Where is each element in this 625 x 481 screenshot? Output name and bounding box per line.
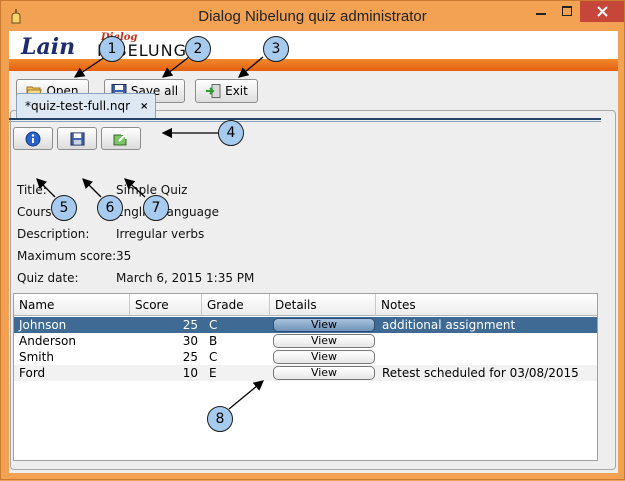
callout-badge: 7 (143, 195, 169, 221)
callout-badge: 3 (263, 36, 289, 62)
callout-badge: 4 (218, 120, 244, 146)
callout-arrow-1 (73, 56, 106, 78)
callout-badge: 5 (51, 195, 77, 221)
callout-arrow-5 (36, 178, 56, 198)
callout-arrow-3 (238, 56, 264, 78)
callout-arrow-7 (124, 178, 146, 198)
callout-badge: 1 (99, 36, 125, 62)
callout-badge: 8 (207, 406, 233, 432)
callout-arrow-2 (161, 56, 190, 78)
callout-arrow-6 (82, 178, 102, 198)
app-window: Dialog Nibelung quiz administrator Lain … (0, 0, 625, 480)
callout-arrow-8 (228, 380, 265, 410)
callout-badge: 6 (97, 195, 123, 221)
callout-arrows (36, 56, 265, 410)
callout-badge: 2 (185, 36, 211, 62)
